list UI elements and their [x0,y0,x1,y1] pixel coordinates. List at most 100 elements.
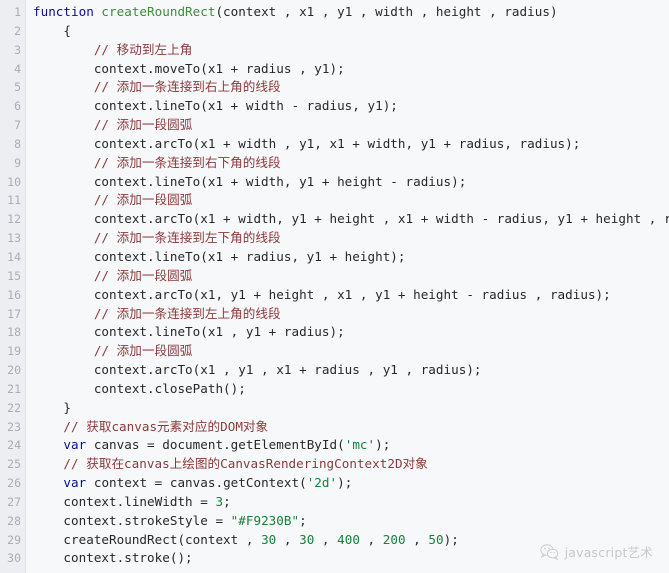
code-line[interactable]: 29 createRoundRect(context , 30 , 30 , 4… [0,531,669,550]
line-content: context.arcTo(x1 , y1 , x1 + radius , y1… [26,361,482,380]
token-comment: // 添加一条连接到右下角的线段 [33,154,281,170]
code-line[interactable]: 16 context.arcTo(x1, y1 + height , x1 , … [0,286,669,305]
token-plain: , [314,531,338,547]
token-comment: // 添加一段圆弧 [33,343,193,359]
code-line[interactable]: 22 } [0,399,669,418]
code-line[interactable]: 4 context.moveTo(x1 + radius , y1); [0,60,669,79]
code-line[interactable]: 5 // 添加一条连接到右上角的线段 [0,78,669,97]
line-number: 19 [7,344,21,359]
token-plain: context.arcTo(x1 , y1 , x1 + radius , y1… [33,362,482,378]
line-content: // 添加一段圆弧 [26,191,192,210]
token-comment: // 添加一段圆弧 [33,192,193,208]
token-plain: context.stroke(); [33,550,193,566]
token-comment: // 移动到左上角 [33,41,193,57]
code-line[interactable]: 6 context.lineTo(x1 + width - radius, y1… [0,97,669,116]
code-line[interactable]: 17 // 添加一条连接到左上角的线段 [0,305,669,324]
token-plain: ); [443,531,459,547]
line-content: context.arcTo(x1, y1 + height , x1 , y1 … [26,286,611,305]
token-plain: context.closePath(); [33,380,246,396]
code-line[interactable]: 13 // 添加一条连接到左下角的线段 [0,229,669,248]
code-line[interactable]: 24 var canvas = document.getElementById(… [0,436,669,455]
line-content: context.stroke(); [26,549,193,568]
code-editor-content[interactable]: 1 function createRoundRect(context , x1 ,… [0,0,669,568]
token-plain: (context , x1 , y1 , width , height , ra… [215,4,558,19]
line-number: 14 [7,249,21,264]
code-line[interactable]: 7 // 添加一段圆弧 [0,116,669,135]
line-content: // 添加一条连接到右上角的线段 [26,78,281,97]
token-plain: ; [223,493,231,509]
line-number: 11 [7,193,21,208]
token-number: 200 [382,531,406,547]
code-line[interactable]: 10 context.lineTo(x1 + width, y1 + heigh… [0,173,669,192]
code-line[interactable]: 18 context.lineTo(x1 , y1 + radius); [0,323,669,342]
code-line[interactable]: 27 context.lineWidth = 3; [0,493,669,512]
token-plain: context.lineTo(x1 , y1 + radius); [33,324,345,340]
line-content: context.closePath(); [26,380,246,399]
line-number: 4 [14,61,21,76]
token-comment: // 获取在canvas上绘图的CanvasRenderingContext2D… [33,456,428,472]
token-function-name: createRoundRect [101,4,216,19]
line-number: 17 [7,306,21,321]
line-content: context.lineWidth = 3; [26,493,231,512]
line-content: { [26,22,71,41]
code-line[interactable]: 19 // 添加一段圆弧 [0,342,669,361]
code-line[interactable]: 2 { [0,22,669,41]
line-content: // 添加一条连接到左上角的线段 [26,305,281,324]
code-line[interactable]: 26 var context = canvas.getContext('2d')… [0,474,669,493]
line-content: context.strokeStyle = "#F9230B"; [26,512,307,531]
line-content: // 添加一条连接到左下角的线段 [26,229,281,248]
token-comment: // 添加一条连接到左上角的线段 [33,305,281,321]
line-number: 24 [7,438,21,453]
code-line[interactable]: 30 context.stroke(); [0,549,669,568]
line-number: 29 [7,532,21,547]
code-line[interactable]: 12 context.arcTo(x1 + width, y1 + height… [0,210,669,229]
line-content: context.lineTo(x1 , y1 + radius); [26,323,345,342]
line-number: 10 [7,174,21,189]
token-plain: context.arcTo(x1 + width, y1 + height , … [33,211,669,227]
token-plain: context.lineWidth = [33,493,216,509]
line-number: 6 [14,99,21,114]
line-number: 23 [7,419,21,434]
line-content: } [26,399,71,418]
token-plain: { [33,22,72,38]
code-line[interactable]: 11 // 添加一段圆弧 [0,191,669,210]
token-plain: ); [337,475,353,491]
code-line[interactable]: 23 // 获取canvas元素对应的DOM对象 [0,418,669,437]
line-number: 7 [14,118,21,133]
token-plain: context.moveTo(x1 + radius , y1); [33,60,345,76]
line-number: 21 [7,381,21,396]
token-plain: context.lineTo(x1 + radius, y1 + height)… [33,248,406,264]
code-line[interactable]: 8 context.arcTo(x1 + width , y1, x1 + wi… [0,135,669,154]
code-line[interactable]: 25 // 获取在canvas上绘图的CanvasRenderingContex… [0,455,669,474]
token-plain: } [33,399,72,415]
token-plain: , [276,531,300,547]
token-plain: , [359,531,383,547]
line-content: context.arcTo(x1 + width, y1 + height , … [26,210,669,229]
line-number: 1 [14,5,21,19]
token-number: 30 [299,531,315,547]
token-plain: context.arcTo(x1 + width , y1, x1 + widt… [33,135,581,151]
code-line[interactable]: 20 context.arcTo(x1 , y1 , x1 + radius ,… [0,361,669,380]
line-content: // 添加一段圆弧 [26,116,192,135]
line-number: 8 [14,136,21,151]
line-number: 2 [14,23,21,38]
token-plain: createRoundRect(context , [33,531,262,547]
code-line[interactable]: 21 context.closePath(); [0,380,669,399]
code-line[interactable]: 14 context.lineTo(x1 + radius, y1 + heig… [0,248,669,267]
code-line[interactable]: 1 function createRoundRect(context , x1 ,… [0,3,669,22]
line-content: context.moveTo(x1 + radius , y1); [26,60,345,79]
token-keyword: function [33,4,102,19]
code-line[interactable]: 9 // 添加一条连接到右下角的线段 [0,154,669,173]
line-content: // 获取canvas元素对应的DOM对象 [26,418,268,437]
token-plain: canvas = document.getElementById( [86,437,345,453]
line-content: // 获取在canvas上绘图的CanvasRenderingContext2D… [26,455,428,474]
code-line[interactable]: 28 context.strokeStyle = "#F9230B"; [0,512,669,531]
code-line[interactable]: 3 // 移动到左上角 [0,41,669,60]
code-line[interactable]: 15 // 添加一段圆弧 [0,267,669,286]
line-content: context.lineTo(x1 + width - radius, y1); [26,97,398,116]
line-number: 5 [14,80,21,95]
line-content: createRoundRect(context , 30 , 30 , 400 … [26,531,459,550]
token-comment: // 添加一段圆弧 [33,117,193,133]
line-content: // 添加一段圆弧 [26,267,192,286]
